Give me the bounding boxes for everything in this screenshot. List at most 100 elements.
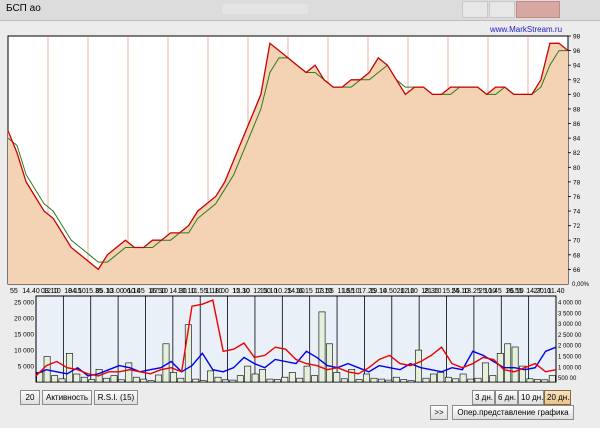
period-20-days-button[interactable]: 20 дн. [544,390,571,405]
volume-bar [222,379,229,383]
price-y-tick-label: 92 [573,77,581,84]
volume-bar [288,372,296,383]
price-y-tick-label: 78 [573,179,581,186]
volume-right-tick-label: 1 500 00 [558,355,582,361]
window-title: БСП ао [6,3,41,14]
volume-date-label: 25.10 [479,288,497,295]
volume-bar [73,373,81,383]
period-10-days-button[interactable]: 10 дн. [518,390,544,405]
volume-bar [363,373,370,383]
volume-bar [110,375,118,383]
volume-date-label: 14.10 [287,288,305,295]
volume-bar [474,377,482,383]
price-y-tick-label: 88 [573,106,581,113]
volume-right-tick-label: 3 000 00 [558,322,582,328]
price-y-tick-label: 66 [573,267,581,274]
volume-right-tick-label: 2 500 00 [558,333,582,339]
volume-bar [296,377,304,383]
volume-bar [207,370,214,383]
volume-bar [214,376,222,383]
volume-bar [325,343,333,383]
volume-bar [118,379,125,383]
volume-bar [303,365,311,383]
volume-date-label: 13.10 [260,288,278,295]
volume-right-tick-label: 4 000 00 [558,301,582,307]
volume-bar [177,377,185,383]
period-6-days-button[interactable]: 6 дн. [495,390,518,405]
volume-bar [259,368,266,383]
volume-bar [429,373,437,383]
minimize-button[interactable] [462,1,488,18]
price-x-tick-label: 14.40 [22,288,40,295]
volume-bar [392,376,400,383]
volume-date-label: 19.10 [369,288,387,295]
volume-left-tick-label: 10 000 [14,348,34,355]
volume-date-label: 27.10 [534,288,552,295]
percent-label: 0,00% [572,282,590,288]
volume-plot-background [35,295,557,383]
period-value-button[interactable]: 20 [20,390,40,405]
next-button[interactable]: >> [430,405,448,420]
period-3-days-button[interactable]: 3 дн. [472,390,495,405]
volume-date-label: 20.10 [397,288,415,295]
volume-date-label: 12.10 [232,288,250,295]
price-y-tick-label: 86 [573,121,581,128]
volume-left-axis: 25 000 20 000 15 000 10 000 5 000 [14,300,34,371]
volume-bar [422,377,430,383]
volume-bar [318,311,326,383]
volume-date-label: 11.10 [205,288,222,295]
volume-bar [504,343,512,383]
close-button[interactable] [516,1,560,18]
price-y-tick-label: 74 [573,209,581,216]
volume-date-label: 21.10 [424,288,442,295]
volume-bar [51,375,58,383]
volume-bar [58,378,66,383]
volume-bar [355,379,363,383]
chart-view-button[interactable]: Опер.представление графика [452,405,574,420]
volume-bar [103,377,110,383]
volume-bar [548,375,556,383]
volume-bar [444,376,452,383]
volume-bar [467,378,474,383]
volume-left-tick-label: 5 000 [18,364,35,371]
volume-bar [385,379,393,383]
price-y-tick-label: 90 [573,92,581,99]
volume-bar [541,379,549,383]
volume-bar [311,375,318,383]
volume-bar [199,380,207,383]
volume-bar [80,376,88,383]
volume-date-label: 24.10 [451,288,469,295]
activity-button[interactable]: Активность [42,390,92,405]
volume-bar [125,362,133,383]
price-y-tick-label: 98 [573,34,581,41]
volume-date-label: 06.10 [123,288,141,295]
volume-date-label: 07.10 [150,288,168,295]
volume-bar [511,346,519,383]
maximize-button[interactable] [489,1,515,18]
volume-date-label: 05.10 [96,288,114,295]
price-y-tick-label: 68 [573,252,581,259]
volume-bar [192,378,200,383]
volume-date-label: 17.10 [315,288,333,295]
volume-bar [147,380,155,383]
volume-bar [140,378,148,383]
volume-bar [244,365,252,383]
volume-bar [170,372,177,383]
chart-area: 66 68 70 72 74 76 78 80 82 84 86 88 90 92 94 96 98 55 14.… [7,25,590,383]
rsi-button[interactable]: R.S.I. (15) [94,390,138,405]
price-y-tick-label: 72 [573,223,581,230]
volume-right-tick-label: 3 500 00 [558,311,582,317]
volume-bar [266,378,274,383]
price-y-tick-label: 94 [573,63,581,70]
volume-left-tick-label: 20 000 [14,316,34,323]
title-bar: БСП ао [0,0,600,21]
volume-bar [481,362,489,383]
volume-bar [155,374,162,383]
price-y-tick-label: 96 [573,48,581,55]
volume-bar [236,375,244,383]
price-y-tick-label: 82 [573,150,581,157]
volume-bar [526,378,534,383]
volume-right-axis: 4 000 00 3 500 00 3 000 00 2 500 00 2 000 00… [558,301,582,383]
volume-date-label: 26.10 [506,288,524,295]
title-bar-blurred-area [222,4,308,14]
